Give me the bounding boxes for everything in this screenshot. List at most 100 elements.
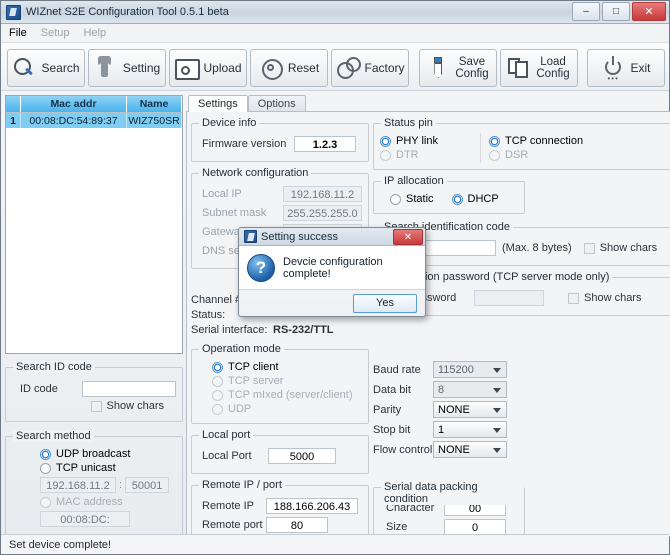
parity-select[interactable]: NONE (433, 401, 507, 418)
remote-port-input[interactable]: 80 (266, 517, 328, 533)
left-pane: Mac addr Name 1 00:08:DC:54:89:37 WIZ750… (5, 95, 183, 537)
dialog-close-button[interactable]: ✕ (393, 229, 423, 245)
data-bit-select[interactable]: 8 (433, 381, 507, 398)
search-method-udp-broadcast[interactable]: UDP broadcast (12, 448, 176, 460)
gears-icon (336, 55, 361, 81)
tcp-connection-radio[interactable] (489, 135, 500, 147)
status-pin-dsr[interactable]: DSR (489, 149, 670, 161)
col-name: Name (127, 96, 182, 112)
tcp-client-radio[interactable] (212, 361, 223, 373)
firmware-version-label: Firmware version (202, 138, 287, 150)
phy-link-radio[interactable] (380, 135, 391, 147)
tcp-mixed-radio[interactable] (212, 389, 223, 401)
window-title: WIZnet S2E Configuration Tool 0.5.1 beta (26, 6, 229, 18)
operation-mode-tcp-server[interactable]: TCP server (198, 375, 362, 387)
dialog-title-bar: Setting success ✕ (239, 228, 425, 246)
udp-radio[interactable] (212, 403, 223, 415)
dhcp-radio[interactable] (451, 193, 463, 205)
dialog-app-icon (244, 230, 257, 243)
tab-settings[interactable]: Settings (188, 95, 248, 112)
menu-item-help[interactable]: Help (83, 27, 106, 39)
dialog-yes-button[interactable]: Yes (353, 293, 417, 313)
search-method-title: Search method (13, 430, 94, 442)
load-config-button[interactable]: Load Config (499, 49, 578, 87)
status-pin-phy-link[interactable]: PHY link (380, 135, 480, 147)
status-pin-dtr[interactable]: DTR (380, 149, 480, 161)
mac-address-radio[interactable] (40, 496, 51, 508)
mac-address-label: MAC address (56, 496, 123, 508)
factory-button[interactable]: Factory (331, 49, 409, 87)
flow-control-label: Flow control (373, 443, 433, 456)
operation-mode-udp[interactable]: UDP (198, 403, 362, 415)
col-index (6, 96, 21, 112)
remote-ip-input[interactable]: 188.166.206.43 (266, 498, 358, 514)
local-port-group: Local port Local Port 5000 (191, 429, 369, 474)
upload-button[interactable]: Upload (169, 49, 247, 87)
search-mac-input[interactable]: 00:08:DC: (40, 511, 130, 527)
status-pin-group: Status pin PHY link DTR TCP connection D… (373, 117, 670, 170)
status-bar-text: Set device complete! (9, 538, 112, 551)
ip-allocation-dhcp[interactable]: DHCP (451, 193, 499, 205)
maximize-button[interactable]: □ (602, 2, 630, 21)
save-config-label-line1: Save (458, 56, 486, 68)
dsr-label: DSR (505, 149, 529, 161)
operation-mode-tcp-client[interactable]: TCP client (198, 361, 362, 373)
search-button[interactable]: Search (7, 49, 85, 87)
setting-button[interactable]: Setting (88, 49, 166, 87)
power-icon: ••• (601, 55, 625, 83)
local-port-label: Local Port (202, 450, 252, 462)
window-controls: – □ ✕ (572, 2, 666, 21)
menu-item-file[interactable]: File (9, 27, 27, 39)
dtr-radio[interactable] (380, 149, 391, 161)
ip-allocation-static[interactable]: Static (390, 193, 434, 205)
save-config-button[interactable]: Save Config (418, 49, 497, 87)
status-pin-tcp-connection[interactable]: TCP connection (489, 135, 670, 147)
save-config-label-line2: Config (455, 68, 489, 80)
password-show-chars-checkbox[interactable] (568, 292, 579, 304)
tab-bar: Settings Options (186, 95, 670, 112)
id-code-show-chars-checkbox[interactable] (90, 400, 102, 412)
operation-mode-tcp-mixed[interactable]: TCP mIxed (server/client) (198, 389, 362, 401)
local-ip-label: Local IP (202, 188, 242, 200)
baud-rate-select[interactable]: 115200 (433, 361, 507, 378)
search-ip-input[interactable]: 192.168.11.2 (40, 477, 116, 493)
close-button[interactable]: ✕ (632, 2, 666, 21)
table-row[interactable]: 1 00:08:DC:54:89:37 WIZ750SR (6, 113, 182, 128)
stop-bit-select[interactable]: 1 (433, 421, 507, 438)
search-method-mac-address[interactable]: MAC address (12, 496, 176, 508)
minimize-button[interactable]: – (572, 2, 600, 21)
code-show-chars-checkbox[interactable] (583, 242, 595, 254)
tab-options[interactable]: Options (247, 95, 306, 112)
search-port-input[interactable]: 50001 (125, 477, 170, 493)
device-list[interactable]: Mac addr Name 1 00:08:DC:54:89:37 WIZ750… (5, 95, 183, 354)
subnet-mask-label: Subnet mask (202, 207, 267, 219)
id-code-input[interactable] (82, 381, 176, 397)
subnet-mask-input[interactable]: 255.255.255.0 (282, 205, 362, 221)
magnifier-icon (12, 55, 36, 81)
tcp-server-radio[interactable] (212, 375, 223, 387)
code-input[interactable] (420, 240, 496, 256)
size-input[interactable]: 0 (444, 519, 506, 535)
local-port-input[interactable]: 5000 (268, 448, 336, 464)
dsr-radio[interactable] (489, 149, 500, 161)
exit-button[interactable]: ••• Exit (587, 49, 665, 87)
reset-button-label: Reset (287, 61, 320, 75)
dialog-title: Setting success (261, 230, 339, 243)
ip-port-separator: : (119, 479, 123, 491)
search-method-tcp-unicast[interactable]: TCP unicast (12, 462, 176, 474)
tcp-unicast-radio[interactable] (40, 462, 51, 474)
row-mac-addr: 00:08:DC:54:89:37 (21, 113, 127, 128)
device-info-group: Device info Firmware version 1.2.3 (191, 117, 369, 162)
id-code-label: ID code (20, 383, 58, 395)
flow-control-select[interactable]: NONE (433, 441, 507, 458)
menu-item-setup[interactable]: Setup (41, 27, 70, 39)
menu-bar: File Setup Help (1, 24, 669, 43)
gear-refresh-icon (259, 55, 283, 81)
static-radio[interactable] (390, 193, 401, 205)
upload-button-label: Upload (203, 61, 242, 75)
password-input[interactable] (474, 290, 544, 306)
udp-broadcast-radio[interactable] (40, 448, 51, 460)
reset-button[interactable]: Reset (250, 49, 328, 87)
local-ip-input[interactable]: 192.168.11.2 (282, 186, 362, 202)
exit-button-label: Exit (630, 61, 651, 75)
